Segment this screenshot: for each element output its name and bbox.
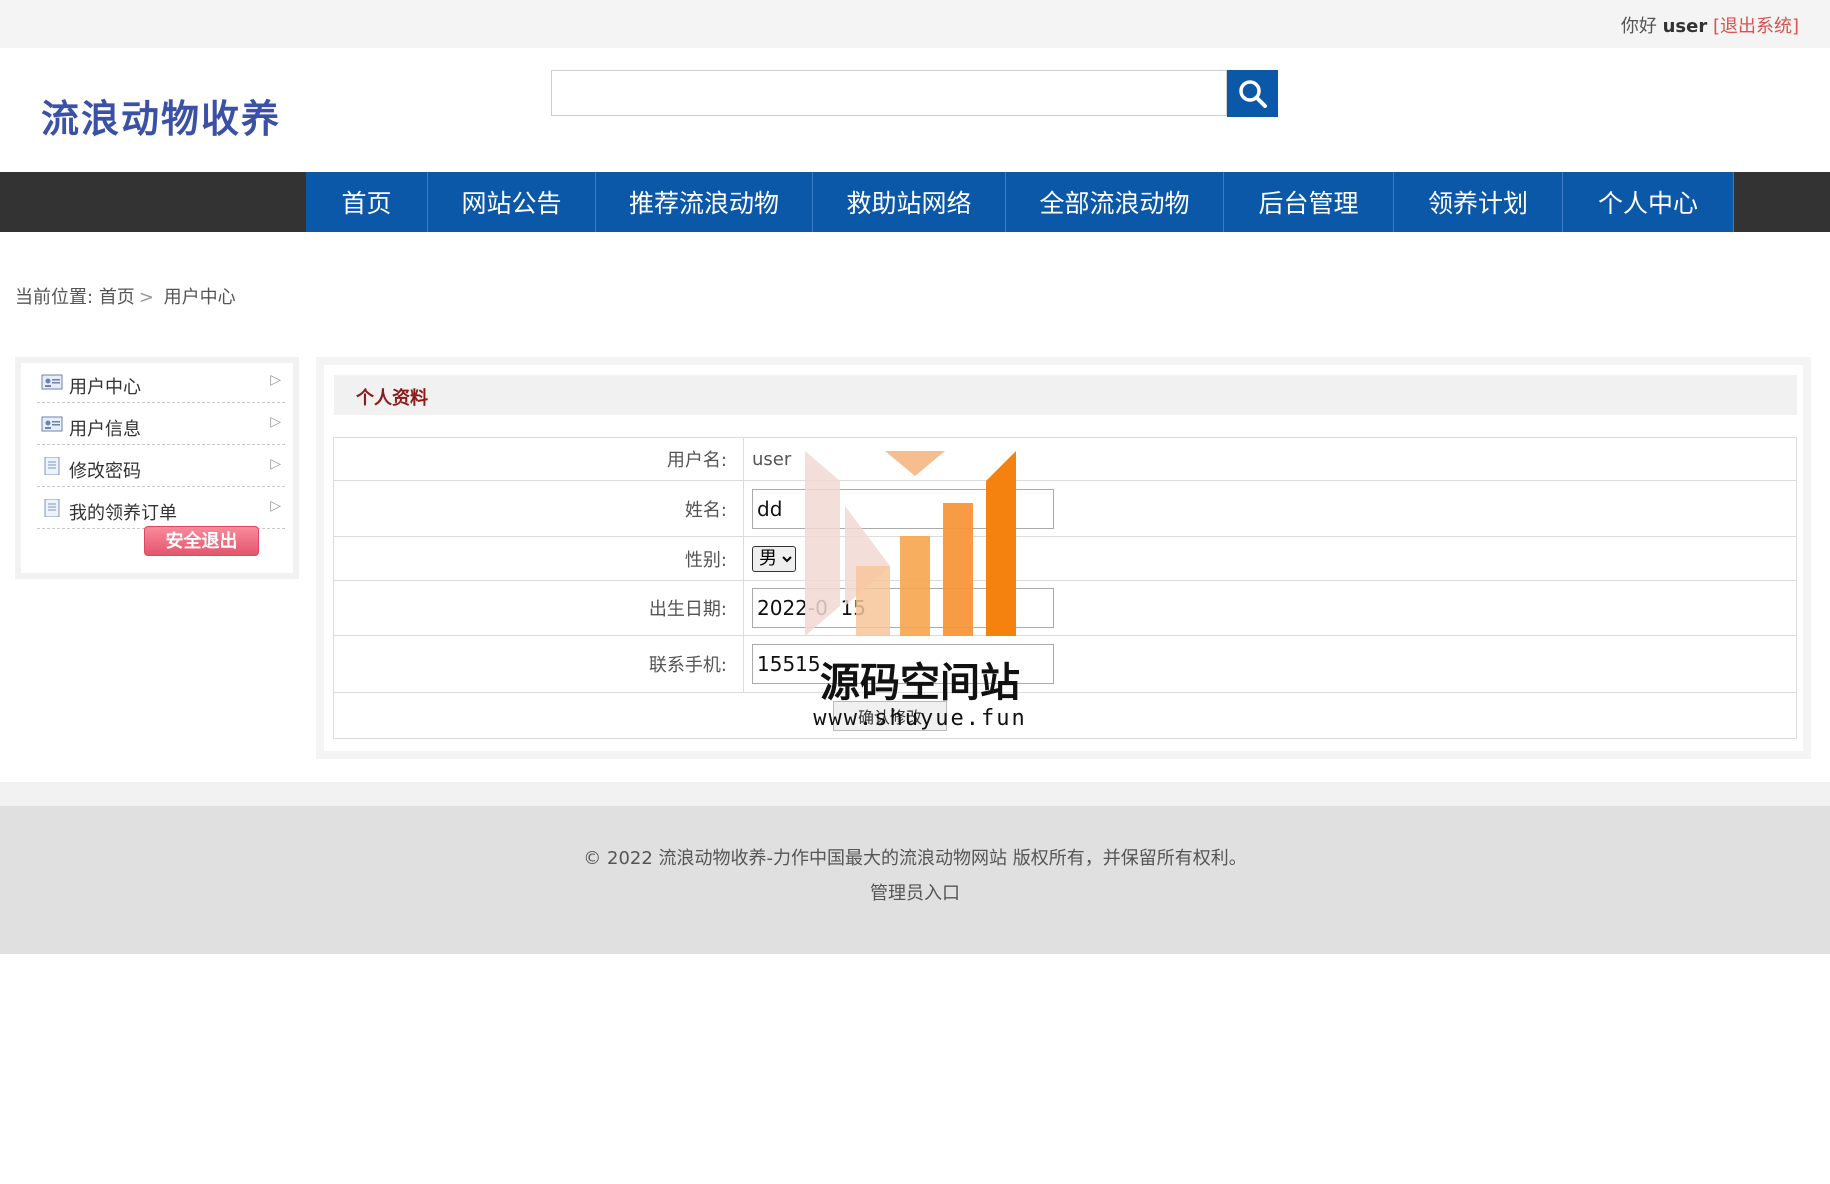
site-logo[interactable]: 流浪动物收养 <box>41 88 281 143</box>
document-icon <box>44 457 60 475</box>
footer: © 2022 流浪动物收养-力作中国最大的流浪动物网站 版权所有，并保留所有权利… <box>0 806 1830 954</box>
greeting-text: 你好 <box>1620 16 1657 37</box>
breadcrumb-prefix: 当前位置: <box>15 287 94 308</box>
user-greeting: 你好 user [退出系统] <box>1621 12 1799 38</box>
nav-recommended-animals[interactable]: 推荐流浪动物 <box>596 172 813 232</box>
username-label: 用户名: <box>333 437 744 481</box>
name-label: 姓名: <box>333 480 744 537</box>
form-row-gender: 性别: 男 <box>333 536 1797 581</box>
form-row-username: 用户名: user <box>333 437 1797 481</box>
panel-title-bar: 个人资料 <box>334 375 1797 415</box>
nav-adoption-plan[interactable]: 领养计划 <box>1394 172 1563 232</box>
chevron-right-icon: ▷ <box>270 456 281 472</box>
nav-all-animals[interactable]: 全部流浪动物 <box>1006 172 1224 232</box>
document-icon <box>44 499 60 517</box>
sidebar-item-user-center[interactable]: 用户中心 ▷ <box>37 363 285 403</box>
phone-label: 联系手机: <box>333 635 744 693</box>
profile-panel-inner: 个人资料 用户名: user 姓名: 性别: 男 出生日期: <box>324 365 1803 751</box>
id-card-icon <box>41 416 63 432</box>
sidebar-item-label: 修改密码 <box>69 461 141 482</box>
watermark-title: 源码空间站 <box>820 660 1020 706</box>
nav-announcements[interactable]: 网站公告 <box>428 172 596 232</box>
main-nav: 首页 网站公告 推荐流浪动物 救助站网络 全部流浪动物 后台管理 领养计划 个人… <box>306 172 1734 232</box>
chevron-right-icon: ▷ <box>270 414 281 430</box>
breadcrumb-current: 用户中心 <box>163 287 236 308</box>
sidebar-item-label: 用户中心 <box>69 377 141 398</box>
gender-select[interactable]: 男 <box>752 545 796 572</box>
form-cell <box>743 580 1797 636</box>
sidebar-item-adoption-orders[interactable]: 我的领养订单 ▷ <box>37 489 285 529</box>
sidebar-item-label: 我的领养订单 <box>69 503 177 524</box>
admin-entry-link[interactable]: 管理员入口 <box>0 879 1830 905</box>
form-cell: 确认修改 <box>333 692 1797 739</box>
footer-divider <box>0 782 1830 806</box>
chevron-right-icon: ▷ <box>270 372 281 388</box>
search-button[interactable] <box>1227 70 1278 117</box>
form-cell <box>743 480 1797 537</box>
nav-admin[interactable]: 后台管理 <box>1224 172 1394 232</box>
sidebar-item-change-password[interactable]: 修改密码 ▷ <box>37 447 285 487</box>
logout-link[interactable]: [退出系统] <box>1713 16 1799 37</box>
search-icon <box>1238 79 1267 108</box>
gender-label: 性别: <box>333 536 744 581</box>
id-card-icon <box>41 374 63 390</box>
profile-panel: 个人资料 用户名: user 姓名: 性别: 男 出生日期: <box>316 357 1811 759</box>
username-value: user <box>743 437 1797 481</box>
form-cell: 男 <box>743 536 1797 581</box>
breadcrumb: 当前位置: 首页 > 用户中心 <box>15 283 236 309</box>
form-row-phone: 联系手机: <box>333 635 1797 693</box>
main-nav-bar: 首页 网站公告 推荐流浪动物 救助站网络 全部流浪动物 后台管理 领养计划 个人… <box>0 172 1830 232</box>
safe-exit-button[interactable]: 安全退出 <box>144 526 259 556</box>
form-row-birthdate: 出生日期: <box>333 580 1797 636</box>
form-row-submit: 确认修改 <box>333 692 1797 739</box>
nav-rescue-stations[interactable]: 救助站网络 <box>813 172 1006 232</box>
form-row-name: 姓名: <box>333 480 1797 537</box>
sidebar-item-label: 用户信息 <box>69 419 141 440</box>
breadcrumb-separator-icon: > <box>138 287 154 308</box>
username-text: user <box>1662 16 1708 37</box>
top-bar: 你好 user [退出系统] <box>0 0 1830 48</box>
breadcrumb-home[interactable]: 首页 <box>99 287 135 308</box>
nav-personal-center[interactable]: 个人中心 <box>1563 172 1734 232</box>
birthdate-label: 出生日期: <box>333 580 744 636</box>
nav-home[interactable]: 首页 <box>306 172 428 232</box>
search-input[interactable] <box>551 70 1227 116</box>
chevron-right-icon: ▷ <box>270 498 281 514</box>
panel-title: 个人资料 <box>356 388 428 409</box>
watermark-url: www.shuyue.fun <box>813 706 1027 731</box>
sidebar-item-user-info[interactable]: 用户信息 ▷ <box>37 405 285 445</box>
profile-form: 用户名: user 姓名: 性别: 男 出生日期: 联系手机: <box>333 437 1797 739</box>
birthdate-field[interactable] <box>752 588 1054 628</box>
footer-copyright: © 2022 流浪动物收养-力作中国最大的流浪动物网站 版权所有，并保留所有权利… <box>583 848 1247 869</box>
name-field[interactable] <box>752 488 1054 529</box>
